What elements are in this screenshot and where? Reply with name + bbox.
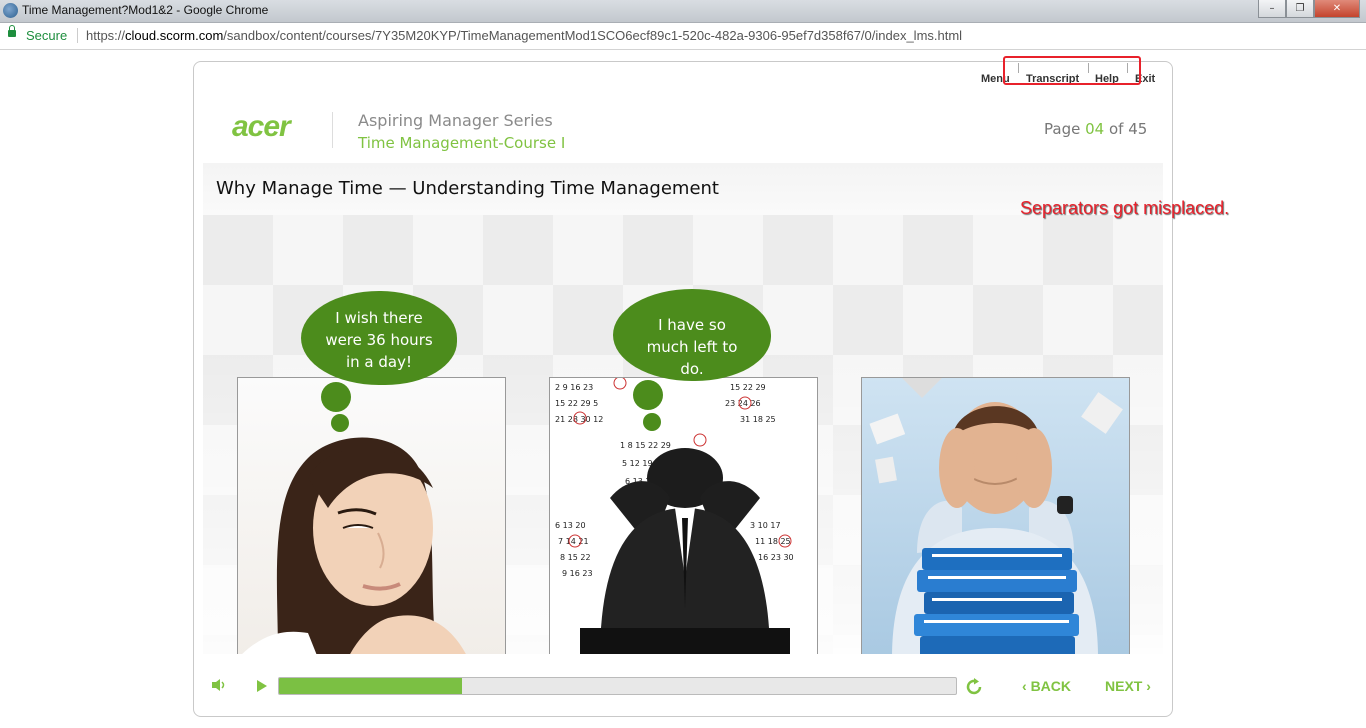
svg-text:7 14 21: 7 14 21 [558,537,589,546]
bubble-dot [331,414,349,432]
photo-woman-thinking [237,377,506,654]
window-controls: – ❐ ✕ [1258,0,1360,18]
svg-text:3 10 17: 3 10 17 [750,521,781,530]
progress-fill [279,678,462,694]
replay-icon[interactable] [966,678,984,696]
slide-stage: 2 9 16 23 15 22 29 5 21 28 30 12 15 22 29 2… [203,215,1163,654]
bubble-dot [643,413,661,431]
url-scheme: https:// [86,28,126,43]
maximize-button[interactable]: ❐ [1286,0,1314,18]
chevron-left-icon: ‹ [1022,678,1027,694]
svg-text:15 22 29: 15 22 29 [730,383,766,392]
course-title: Time Management-Course I [358,134,566,152]
thought-bubble-1-text: I wish there were 36 hours in a day! [325,309,433,371]
photo-man-binders [861,377,1130,654]
thought-bubble-2: I have so much left to do. [613,289,771,381]
svg-text:1 8 15 22 29: 1 8 15 22 29 [620,441,671,450]
page-current: 04 [1085,120,1105,138]
svg-text:11 18 25: 11 18 25 [755,537,791,546]
page-prefix: Page [1044,120,1081,138]
svg-text:6 13 20: 6 13 20 [555,521,586,530]
page-total: of 45 [1108,120,1148,138]
url-text[interactable]: https://cloud.scorm.com/sandbox/content/… [86,28,962,43]
next-label: NEXT [1105,678,1143,694]
svg-text:21 28 30 12: 21 28 30 12 [555,415,603,424]
url-path: /sandbox/content/courses/7Y35M20KYP/Time… [223,28,963,43]
svg-text:2 9 16 23: 2 9 16 23 [555,383,593,392]
speaker-icon[interactable] [211,678,227,692]
chrome-icon [3,3,18,18]
series-title: Aspiring Manager Series [358,111,553,130]
back-label: BACK [1030,678,1072,694]
minimize-button[interactable]: – [1258,0,1286,18]
thought-bubble-2-text: I have so much left to do. [646,316,738,378]
url-host: cloud.scorm.com [125,28,224,43]
slide-heading-bar: Why Manage Time — Understanding Time Man… [203,163,1163,215]
acer-logo: acer [232,110,291,143]
bubble-dot [633,380,663,410]
svg-text:8 15 22: 8 15 22 [560,553,591,562]
svg-text:31 18 25: 31 18 25 [740,415,776,424]
slide-heading: Why Manage Time — Understanding Time Man… [216,178,719,199]
address-bar[interactable]: Secure https://cloud.scorm.com/sandbox/c… [0,23,1366,50]
lock-icon [8,25,16,37]
svg-text:15 22 29 5: 15 22 29 5 [555,399,598,408]
page-counter: Page 04 of 45 [1044,120,1147,138]
chevron-right-icon: › [1146,678,1151,694]
svg-text:16 23 30: 16 23 30 [758,553,794,562]
annotation-highlight-box [1003,56,1141,85]
next-button[interactable]: NEXT › [1105,678,1151,694]
address-divider [77,28,78,43]
photo-man-calendars: 2 9 16 23 15 22 29 5 21 28 30 12 15 22 29 2… [549,377,818,654]
thought-bubble-1: I wish there were 36 hours in a day! [301,291,457,385]
close-button[interactable]: ✕ [1314,0,1360,18]
svg-text:23 24 26: 23 24 26 [725,399,761,408]
bubble-dot [321,382,351,412]
svg-text:9 16 23: 9 16 23 [562,569,593,578]
annotation-note: Separators got misplaced. [1020,198,1230,218]
window-titlebar: Time Management?Mod1&2 - Google Chrome –… [0,0,1366,23]
play-icon[interactable] [256,679,268,693]
window-title: Time Management?Mod1&2 - Google Chrome [22,3,269,17]
back-button[interactable]: ‹ BACK [1022,678,1071,694]
progress-bar[interactable] [278,677,957,695]
secure-label[interactable]: Secure [26,28,67,43]
header-divider [332,112,333,148]
